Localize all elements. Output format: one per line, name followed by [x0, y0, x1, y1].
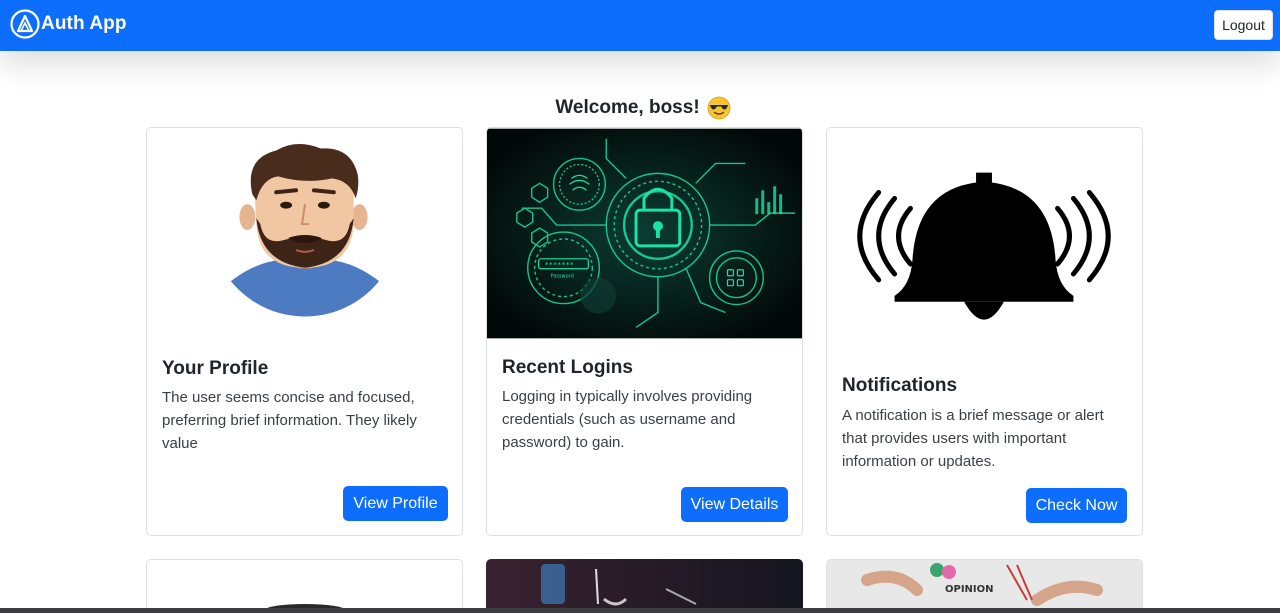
- recent-logins-text: Logging in typically involves providing …: [502, 388, 753, 451]
- bell-icon: [857, 172, 1111, 320]
- bottom-card-3-image: OPINION: [827, 560, 1142, 613]
- welcome-heading: Welcome, boss!: [0, 96, 1280, 120]
- security-lock-image: ******* Password: [487, 128, 802, 339]
- bottom-card-2-image: [486, 559, 803, 613]
- notifications-text: A notification is a brief message or ale…: [842, 407, 1104, 470]
- profile-avatar-image: [209, 128, 401, 317]
- brand-logo-icon: [10, 9, 40, 39]
- opinion-image-label: OPINION: [945, 584, 994, 595]
- check-now-button[interactable]: Check Now: [1026, 488, 1127, 523]
- profile-card-text: The user seems concise and focused, pref…: [162, 389, 417, 452]
- notifications-card: Notifications A notification is a brief …: [826, 127, 1143, 536]
- bottom-card-3: OPINION: [826, 559, 1143, 613]
- navbar: Auth App Logout: [0, 0, 1280, 51]
- profile-card: Your Profile The user seems concise and …: [146, 127, 463, 536]
- recent-logins-card: ******* Password Recent Logins Logging i…: [486, 127, 803, 536]
- bottom-card-2: [486, 559, 803, 613]
- recent-logins-title: Recent Logins: [502, 357, 633, 378]
- window-bottom-edge: [0, 608, 1280, 613]
- svg-text:*******: *******: [545, 261, 574, 269]
- bottom-card-1: [146, 559, 463, 613]
- brand-name: Auth App: [41, 13, 127, 34]
- welcome-text: Welcome, boss!: [555, 97, 700, 118]
- profile-card-title: Your Profile: [162, 358, 269, 379]
- password-image-label: Password: [551, 274, 574, 280]
- sunglasses-emoji-icon: [707, 96, 731, 120]
- view-details-button[interactable]: View Details: [681, 487, 788, 522]
- view-profile-button[interactable]: View Profile: [343, 486, 448, 521]
- brand-link[interactable]: Auth App: [10, 9, 127, 39]
- notifications-title: Notifications: [842, 375, 958, 396]
- logout-button[interactable]: Logout: [1214, 10, 1273, 40]
- bottom-card-1-image: [265, 604, 345, 613]
